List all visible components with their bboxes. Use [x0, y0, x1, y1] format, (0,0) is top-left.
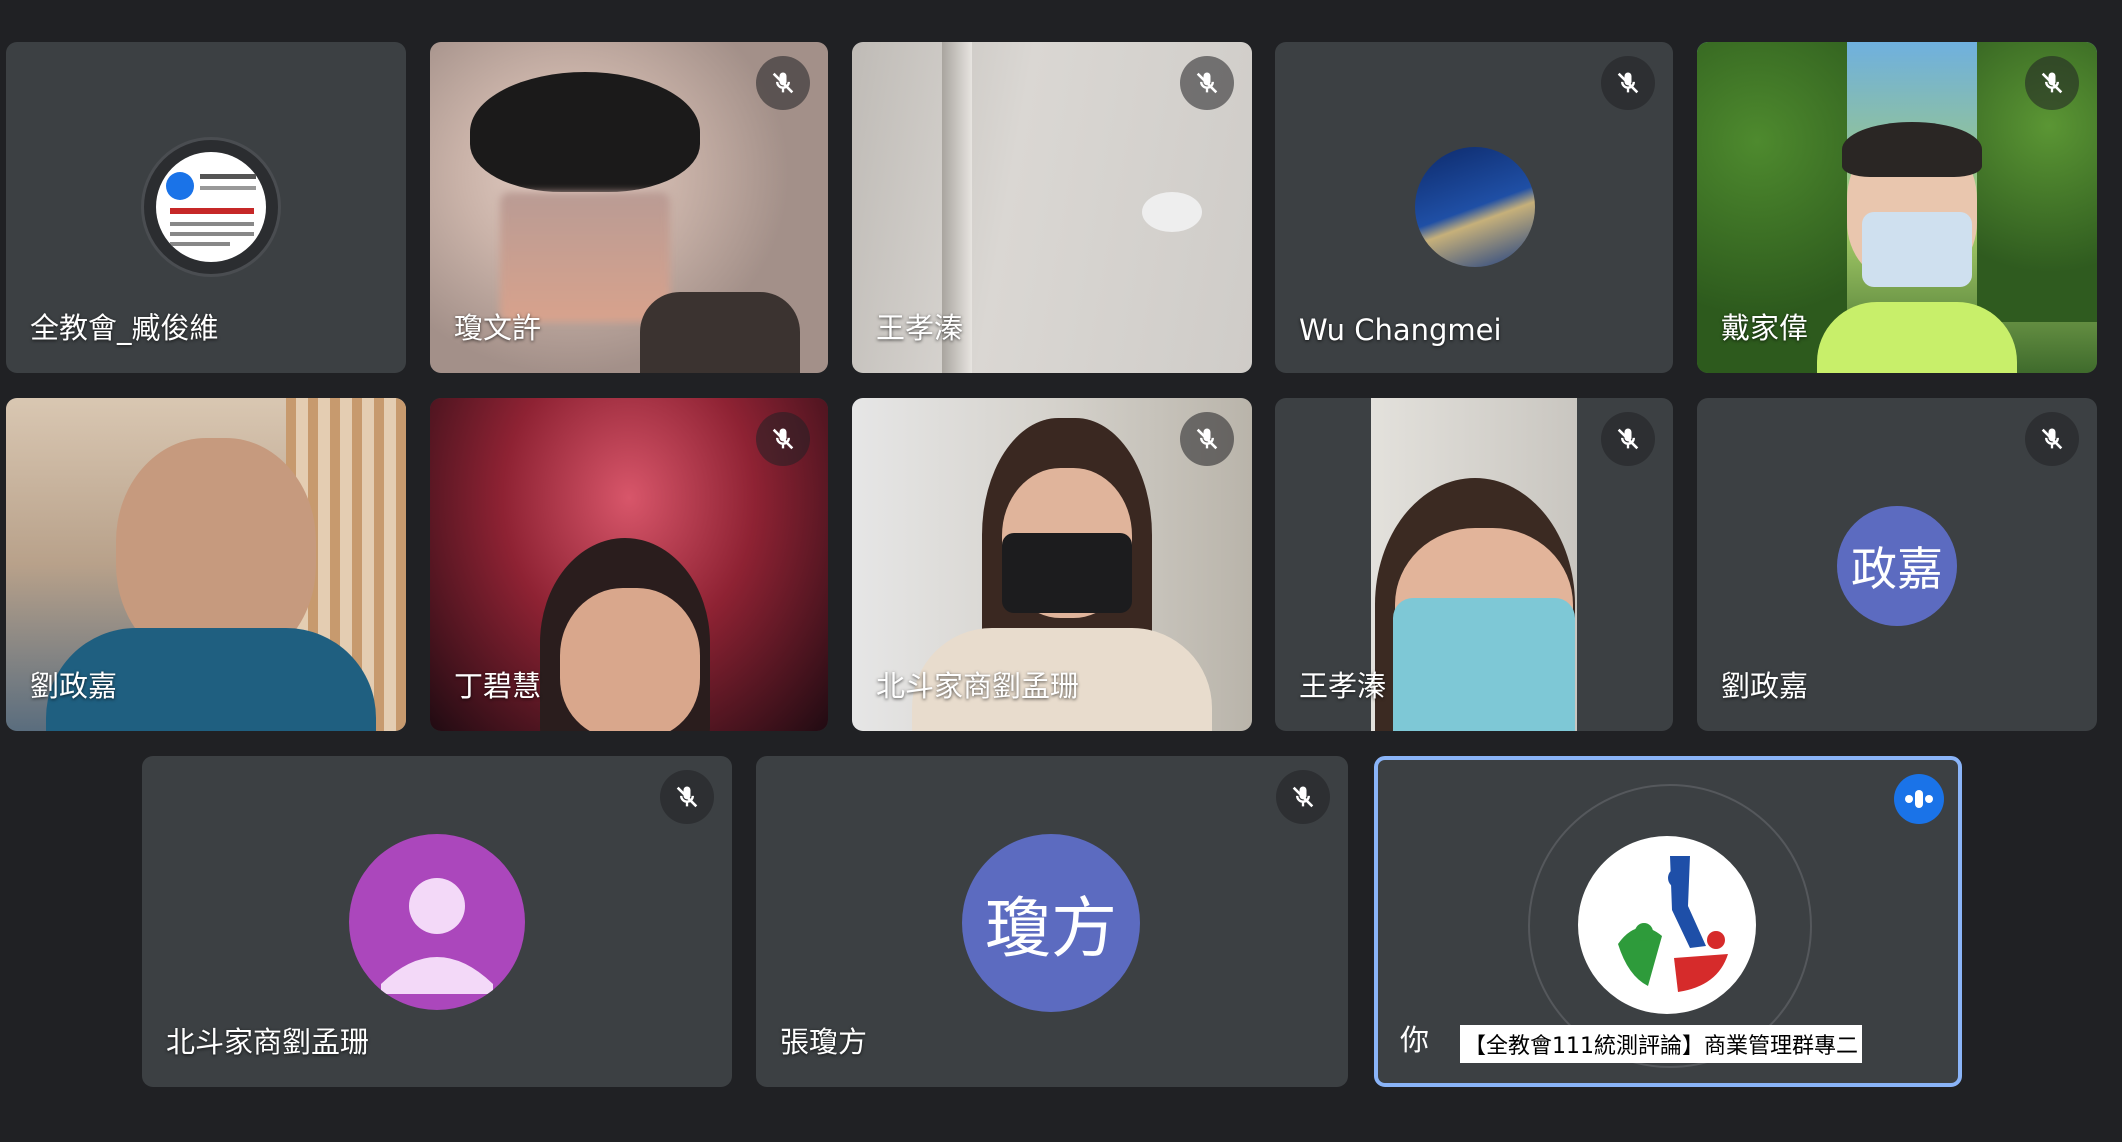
participant-name: 瓊文許: [454, 311, 542, 345]
participant-tile[interactable]: 丁碧慧: [430, 398, 828, 731]
mute-indicator: [756, 56, 810, 110]
participant-tile[interactable]: 政嘉 劉政嘉: [1697, 398, 2097, 731]
avatar: 瓊方: [962, 834, 1140, 1012]
participant-name: Wu Changmei: [1299, 313, 1502, 347]
mic-off-icon: [2041, 428, 2063, 450]
avatar: [141, 137, 281, 277]
participant-name: 丁碧慧: [454, 669, 542, 703]
participant-tile[interactable]: 全教會_臧俊維: [6, 42, 406, 373]
mute-indicator: [1601, 56, 1655, 110]
mic-off-icon: [772, 428, 794, 450]
participant-name: 張瓊方: [780, 1025, 868, 1059]
participant-name: 劉政嘉: [30, 669, 118, 703]
mute-indicator: [2025, 412, 2079, 466]
mic-off-icon: [1292, 786, 1314, 808]
mic-off-icon: [1617, 428, 1639, 450]
participant-tile[interactable]: 戴家偉: [1697, 42, 2097, 373]
participant-tile[interactable]: 北斗家商劉孟珊: [142, 756, 732, 1087]
participant-name: 戴家偉: [1721, 311, 1809, 345]
mute-indicator: [2025, 56, 2079, 110]
mic-off-icon: [1196, 72, 1218, 94]
mic-off-icon: [676, 786, 698, 808]
mute-indicator: [1180, 412, 1234, 466]
participant-name: 王孝溱: [876, 311, 964, 345]
avatar: [349, 834, 525, 1010]
self-label: 你: [1400, 1023, 1430, 1057]
participant-name: 王孝溱: [1299, 669, 1387, 703]
participant-tile[interactable]: Wu Changmei: [1275, 42, 1673, 373]
mic-off-icon: [1196, 428, 1218, 450]
audio-level-icon: [1905, 790, 1933, 808]
participant-tile[interactable]: 北斗家商劉孟珊: [852, 398, 1252, 731]
participant-name: 北斗家商劉孟珊: [166, 1025, 370, 1059]
mute-indicator: [660, 770, 714, 824]
avatar: 政嘉: [1837, 506, 1957, 626]
participant-name: 劉政嘉: [1721, 669, 1809, 703]
mic-off-icon: [1617, 72, 1639, 94]
mic-off-icon: [772, 72, 794, 94]
mute-indicator: [1276, 770, 1330, 824]
speaking-indicator: [1894, 774, 1944, 824]
participant-name: 全教會_臧俊維: [30, 311, 219, 345]
avatar: [1578, 836, 1756, 1014]
self-caption: 【全教會111統測評論】商業管理群專二: [1460, 1025, 1862, 1063]
mute-indicator: [756, 412, 810, 466]
participant-tile[interactable]: 王孝溱: [1275, 398, 1673, 731]
participant-tile[interactable]: 瓊方 張瓊方: [756, 756, 1348, 1087]
mute-indicator: [1180, 56, 1234, 110]
self-tile[interactable]: 你 【全教會111統測評論】商業管理群專二: [1374, 756, 1962, 1087]
logo-icon: [1618, 856, 1728, 992]
participant-tile[interactable]: 王孝溱: [852, 42, 1252, 373]
participant-name: 北斗家商劉孟珊: [876, 669, 1080, 703]
participant-tile[interactable]: 劉政嘉: [6, 398, 406, 731]
participant-tile[interactable]: 瓊文許: [430, 42, 828, 373]
avatar: [1415, 147, 1535, 267]
mic-off-icon: [2041, 72, 2063, 94]
mute-indicator: [1601, 412, 1655, 466]
person-icon: [381, 878, 493, 994]
